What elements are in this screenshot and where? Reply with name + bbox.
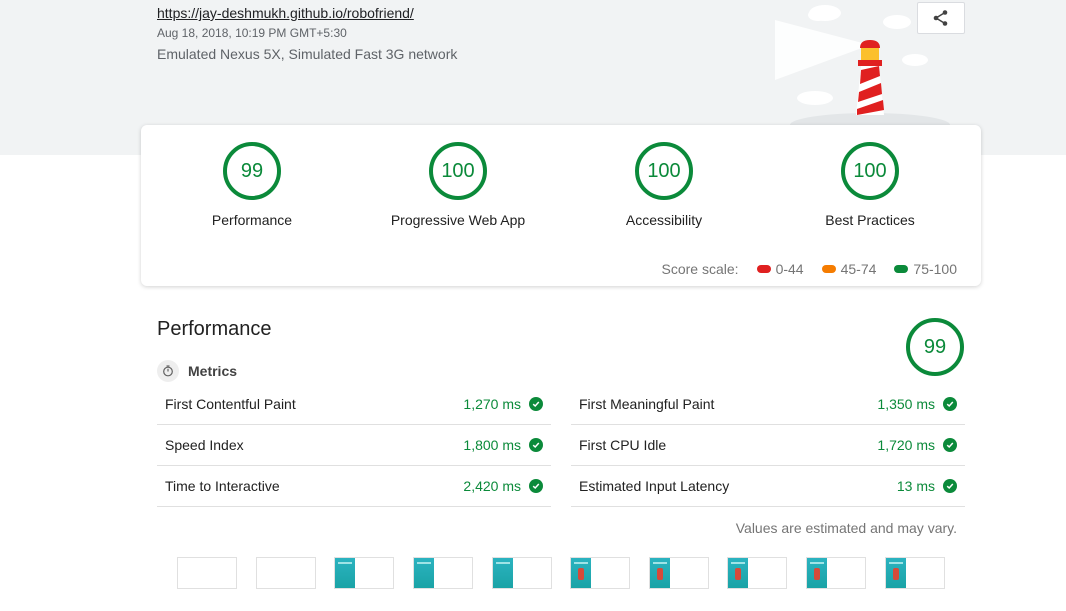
pass-check-icon <box>529 438 543 452</box>
scale-fail: 0-44 <box>756 261 804 277</box>
fail-pill-icon <box>756 265 771 273</box>
filmstrip-frame <box>885 557 945 589</box>
metric-value-text: 1,720 ms <box>877 437 935 453</box>
share-icon <box>933 10 948 26</box>
gauge-label: Accessibility <box>625 212 703 228</box>
gauge-accessibility[interactable]: 100 Accessibility <box>574 142 754 228</box>
metric-value: 1,350 ms <box>877 396 957 412</box>
score-scale-label: Score scale: <box>661 261 739 277</box>
scale-range-label: 45-74 <box>840 261 877 277</box>
metric-name: First Contentful Paint <box>165 396 296 412</box>
metric-name: Estimated Input Latency <box>579 478 730 494</box>
metric-value: 13 ms <box>897 478 957 494</box>
metric-row-fmp: First Meaningful Paint 1,350 ms <box>571 384 965 425</box>
pass-check-icon <box>529 397 543 411</box>
tested-url-link[interactable]: https://jay-deshmukh.github.io/robofrien… <box>157 4 457 22</box>
filmstrip-frame <box>806 557 866 589</box>
pass-check-icon <box>943 438 957 452</box>
report-header: https://jay-deshmukh.github.io/robofrien… <box>157 4 457 63</box>
metric-row-fcp: First Contentful Paint 1,270 ms <box>157 384 551 425</box>
pass-check-icon <box>529 479 543 493</box>
gauge-label: Best Practices <box>825 212 915 228</box>
filmstrip-frame <box>492 557 552 589</box>
gauge-performance[interactable]: 99 Performance <box>162 142 342 228</box>
gauge-score: 100 <box>429 142 487 200</box>
metric-value: 2,420 ms <box>463 478 543 494</box>
gauge-score: 100 <box>841 142 899 200</box>
share-button[interactable] <box>917 2 965 34</box>
filmstrip-frame <box>256 557 316 589</box>
filmstrip-frame <box>413 557 473 589</box>
metric-value: 1,270 ms <box>463 396 543 412</box>
pass-check-icon <box>943 397 957 411</box>
gauge-best-practices[interactable]: 100 Best Practices <box>780 142 960 228</box>
metric-name: First Meaningful Paint <box>579 396 715 412</box>
filmstrip-frame <box>727 557 787 589</box>
gauge-label: Progressive Web App <box>390 212 526 228</box>
pass-check-icon <box>943 479 957 493</box>
stopwatch-icon <box>157 360 179 382</box>
scale-range-label: 75-100 <box>913 261 957 277</box>
pass-pill-icon <box>894 265 909 273</box>
average-pill-icon <box>821 265 836 273</box>
metric-row-speed-index: Speed Index 1,800 ms <box>157 425 551 466</box>
metric-value: 1,720 ms <box>877 437 957 453</box>
metric-value: 1,800 ms <box>463 437 543 453</box>
metric-row-input-latency: Estimated Input Latency 13 ms <box>571 466 965 507</box>
estimate-note: Values are estimated and may vary. <box>735 520 957 536</box>
metric-value-text: 1,800 ms <box>463 437 521 453</box>
scale-range-label: 0-44 <box>775 261 804 277</box>
metric-name: Time to Interactive <box>165 478 280 494</box>
metric-value-text: 1,270 ms <box>463 396 521 412</box>
gauge-score: 99 <box>223 142 281 200</box>
performance-score-gauge: 99 <box>906 318 964 376</box>
metric-name: First CPU Idle <box>579 437 667 453</box>
metric-value-text: 13 ms <box>896 478 935 494</box>
metric-row-first-cpu-idle: First CPU Idle 1,720 ms <box>571 425 965 466</box>
gauge-score: 100 <box>635 142 693 200</box>
performance-section-title: Performance <box>157 318 272 340</box>
score-scale-legend: Score scale: 0-44 45-74 75-100 <box>662 261 957 277</box>
filmstrip-frame <box>177 557 237 589</box>
gauge-pwa[interactable]: 100 Progressive Web App <box>368 142 548 228</box>
filmstrip-frame <box>334 557 394 589</box>
scores-summary-card: 99 Performance 100 Progressive Web App 1… <box>141 125 981 286</box>
metrics-label: Metrics <box>188 363 238 379</box>
metric-row-tti: Time to Interactive 2,420 ms <box>157 466 551 507</box>
metric-name: Speed Index <box>165 437 244 453</box>
report-datetime: Aug 18, 2018, 10:19 PM GMT+5:30 <box>157 26 347 40</box>
metrics-column-right: First Meaningful Paint 1,350 ms First CP… <box>571 384 965 507</box>
gauge-label: Performance <box>211 212 293 228</box>
filmstrip-frame <box>570 557 630 589</box>
filmstrip-frame <box>649 557 709 589</box>
scale-average: 45-74 <box>821 261 877 277</box>
emulation-info: Emulated Nexus 5X, Simulated Fast 3G net… <box>157 46 458 62</box>
metric-value-text: 2,420 ms <box>463 478 521 494</box>
metrics-column-left: First Contentful Paint 1,270 ms Speed In… <box>157 384 551 507</box>
metrics-group-header: Metrics <box>157 360 237 382</box>
scale-pass: 75-100 <box>894 261 957 277</box>
metric-value-text: 1,350 ms <box>877 396 935 412</box>
